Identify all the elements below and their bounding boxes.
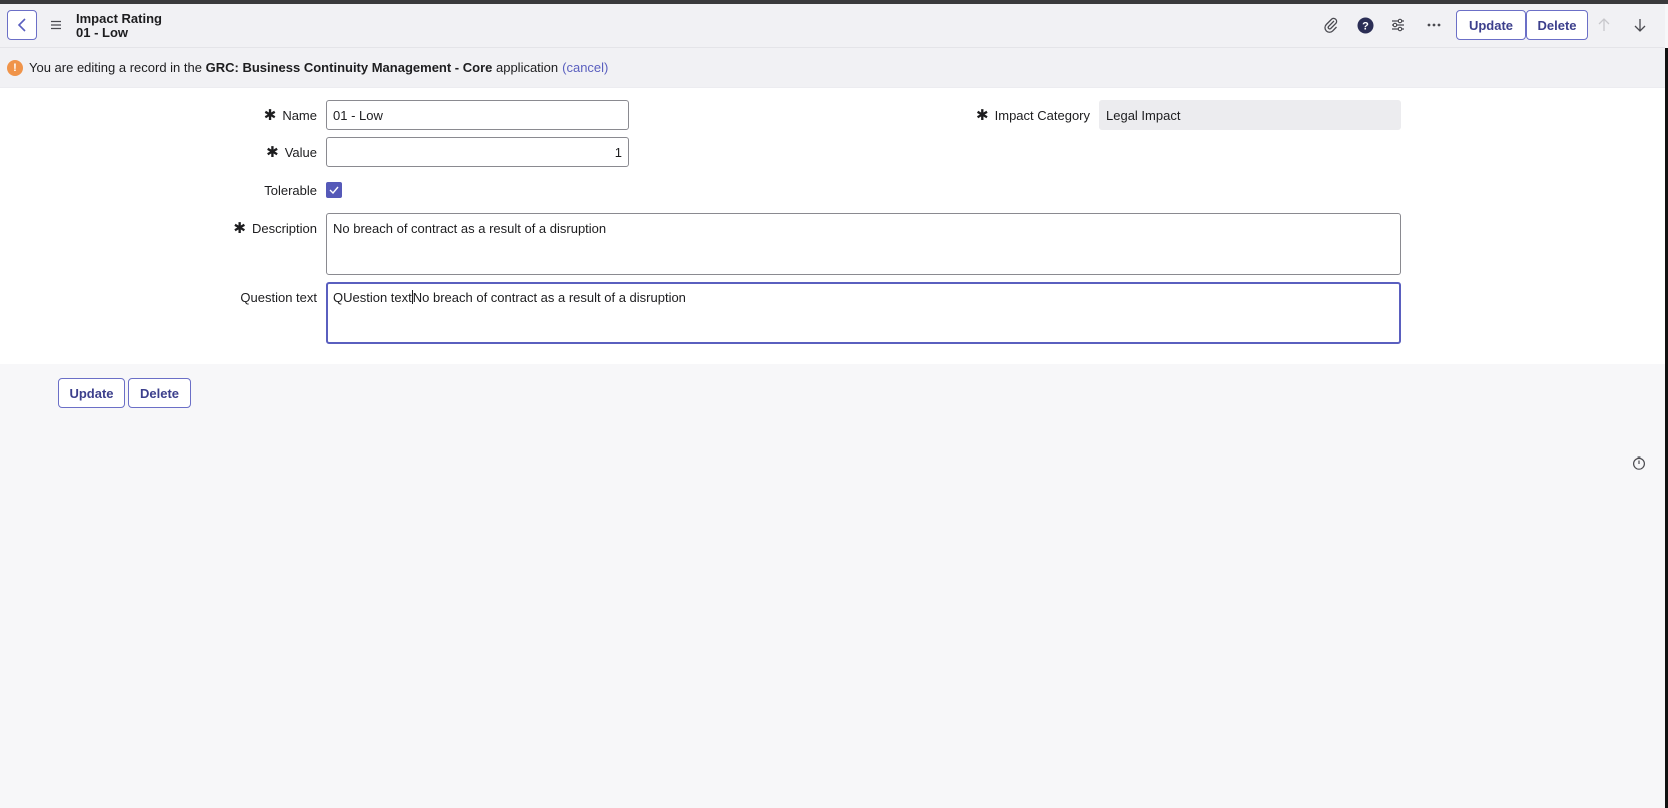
sliders-icon[interactable] <box>1389 16 1407 34</box>
name-input[interactable]: 01 - Low <box>326 100 629 130</box>
arrow-down-icon[interactable] <box>1631 16 1649 34</box>
name-label: ✱ Name <box>200 100 317 130</box>
value-label-text: Value <box>284 144 317 160</box>
paperclip-icon[interactable] <box>1322 16 1340 34</box>
required-asterisk-icon: ✱ <box>266 144 279 161</box>
checkmark-icon <box>329 186 339 194</box>
tolerable-checkbox[interactable] <box>326 182 342 198</box>
back-button[interactable] <box>7 10 37 40</box>
exclamation-circle-icon: ! <box>7 59 23 76</box>
value-input[interactable]: 1 <box>326 137 629 167</box>
question-text-after-caret: No breach of contract as a result of a d… <box>412 290 686 305</box>
name-label-text: Name <box>282 107 317 123</box>
footer-update-button[interactable]: Update <box>58 378 125 408</box>
required-asterisk-icon: ✱ <box>263 107 277 124</box>
question-circle-icon[interactable]: ? <box>1356 16 1374 34</box>
question-text-before-caret: QUestion text <box>333 290 412 305</box>
required-asterisk-icon: ✱ <box>233 220 246 237</box>
svg-text:?: ? <box>1362 20 1369 32</box>
tolerable-label: Tolerable <box>200 175 317 205</box>
header-update-button[interactable]: Update <box>1456 10 1526 40</box>
notice-suffix: application <box>495 60 559 75</box>
impact-category-field: Legal Impact <box>1099 100 1401 130</box>
required-asterisk-icon: ✱ <box>976 107 989 124</box>
question-text-label: Question text <box>200 282 317 312</box>
table-name: Impact Rating <box>76 11 162 26</box>
impact-category-label-text: Impact Category <box>994 107 1090 123</box>
scope-notice: ! You are editing a record in the GRC: B… <box>0 48 1665 88</box>
hamburger-menu-icon[interactable] <box>50 19 62 31</box>
arrow-up-icon[interactable] <box>1595 16 1613 34</box>
impact-category-label: ✱ Impact Category <box>920 100 1090 130</box>
description-label-text: Description <box>251 220 317 236</box>
notice-app-name: GRC: Business Continuity Management - Co… <box>205 60 493 75</box>
description-textarea[interactable]: No breach of contract as a result of a d… <box>326 213 1401 275</box>
question-text-textarea[interactable]: QUestion textNo breach of contract as a … <box>326 282 1401 344</box>
notice-prefix: You are editing a record in the <box>29 60 202 75</box>
chevron-left-icon <box>17 18 26 32</box>
question-text-label-text: Question text <box>240 289 317 305</box>
record-title: Impact Rating 01 - Low <box>76 12 162 40</box>
record-form: ✱ Name 01 - Low ✱ Value 1 Tolerable ✱ De… <box>0 88 1665 364</box>
description-label: ✱ Description <box>200 213 317 243</box>
ellipsis-icon[interactable] <box>1425 16 1443 34</box>
form-header: Impact Rating 01 - Low ? Update Delete <box>0 4 1665 48</box>
record-name: 01 - Low <box>76 25 129 40</box>
footer-delete-button[interactable]: Delete <box>128 378 191 408</box>
header-delete-button[interactable]: Delete <box>1526 10 1588 40</box>
tolerable-label-text: Tolerable <box>264 182 317 198</box>
stopwatch-icon[interactable] <box>1632 456 1646 470</box>
value-label: ✱ Value <box>200 137 317 167</box>
cancel-link[interactable]: (cancel) <box>562 60 608 75</box>
